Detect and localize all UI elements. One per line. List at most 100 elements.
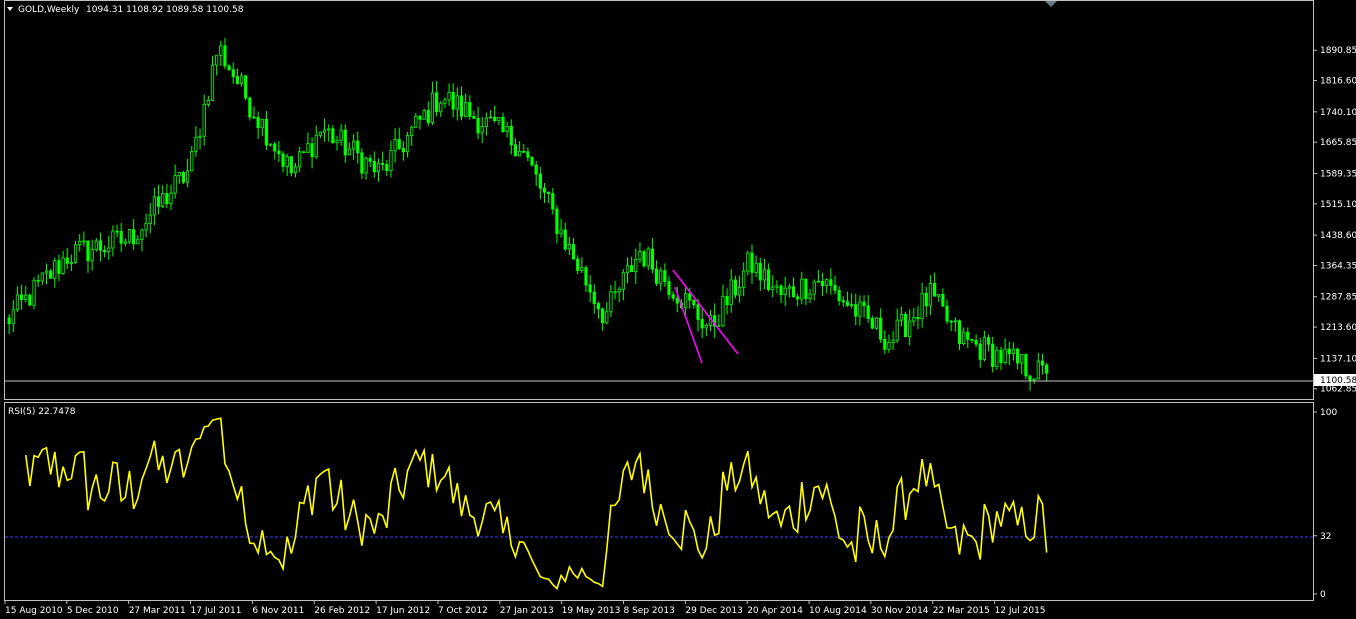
trend-line-2[interactable] [672, 269, 739, 355]
candle-body [190, 151, 194, 172]
candle-body [335, 139, 339, 144]
time-tick-label: 27 Jan 2013 [500, 606, 554, 616]
candle-body [24, 294, 28, 300]
candle-body [509, 126, 513, 146]
candle-body [497, 116, 501, 122]
candle-body [1032, 378, 1036, 381]
price-candles-group [7, 37, 1049, 391]
candle-body [140, 229, 144, 240]
candle-body [916, 317, 920, 320]
candle-body [526, 151, 530, 158]
candle-body [870, 318, 874, 329]
candle-body [820, 280, 825, 286]
candle-body [895, 319, 899, 341]
candle-body [468, 102, 472, 117]
candle-body [879, 317, 883, 340]
candle-body [28, 294, 32, 306]
candle-body [351, 140, 356, 150]
candle-body [389, 150, 393, 172]
candle-body [132, 229, 136, 245]
candle-body [675, 297, 679, 304]
candle-body [69, 261, 73, 264]
candle-body [44, 270, 49, 274]
candle-body [733, 279, 738, 296]
candle-body [592, 291, 596, 304]
candle-body [928, 283, 933, 307]
candle-body [235, 76, 239, 84]
candle-body [1024, 354, 1028, 377]
candle-body [829, 279, 833, 286]
candle-body [94, 240, 98, 250]
candle-body [268, 143, 273, 146]
candle-body [451, 91, 455, 110]
rsi-axis: 100 32 0 [1313, 408, 1337, 600]
candle-body [555, 208, 559, 235]
candle-body [360, 152, 364, 174]
candle-body [605, 311, 609, 324]
candle-body [111, 230, 115, 249]
candle-body [505, 126, 509, 132]
candle-body [306, 143, 310, 153]
price-tick-label: 1816.60 [1320, 77, 1356, 87]
time-tick-label: 17 Jul 2011 [191, 606, 242, 616]
candle-body [82, 240, 86, 243]
candle-body [737, 286, 742, 296]
candle-body [887, 342, 891, 350]
rsi-tick-label: 100 [1320, 408, 1337, 418]
candle-body [123, 241, 127, 244]
candle-body [567, 244, 572, 250]
candle-body [1045, 364, 1049, 374]
candle-body [841, 300, 845, 303]
candle-body [339, 129, 343, 141]
candle-body [181, 171, 186, 183]
candle-body [231, 69, 235, 78]
candle-body [630, 265, 634, 273]
candle-body [484, 117, 489, 127]
candle-body [580, 267, 584, 271]
candle-body [40, 272, 44, 282]
price-tick-label: 1137.10 [1320, 354, 1356, 364]
price-tick-label: 1890.85 [1320, 46, 1356, 56]
price-tick-label: 1515.10 [1320, 200, 1356, 210]
time-tick-label: 22 Mar 2015 [933, 606, 990, 616]
candle-body [215, 54, 219, 66]
candle-body [185, 170, 190, 183]
candle-body [779, 285, 783, 296]
candle-body [443, 99, 447, 104]
candle-body [692, 299, 696, 306]
time-tick-label: 30 Nov 2014 [871, 606, 929, 616]
time-tick-label: 17 Jun 2012 [376, 606, 430, 616]
candle-body [962, 331, 966, 344]
candle-body [439, 102, 443, 113]
candle-body [252, 116, 256, 119]
candle-body [298, 151, 302, 168]
candle-body [746, 252, 750, 272]
candle-body [800, 278, 804, 300]
time-tick-label: 20 Apr 2014 [747, 606, 803, 616]
rsi-label: RSI(5) 22.7478 [8, 407, 76, 417]
time-tick-label: 6 Nov 2011 [252, 606, 304, 616]
candle-body [754, 262, 758, 273]
time-tick-label: 12 Jul 2015 [995, 606, 1046, 616]
price-tick-label: 1213.60 [1320, 323, 1356, 333]
candle-body [11, 309, 15, 324]
dropdown-triangle-icon[interactable] [7, 7, 13, 11]
chart-shift-marker-icon[interactable] [1045, 1, 1057, 7]
candle-body [883, 338, 887, 350]
candle-body [588, 284, 592, 293]
candle-body [534, 164, 538, 175]
candle-body [796, 296, 800, 300]
candle-body [601, 308, 605, 324]
candle-body [808, 293, 812, 300]
candle-body [804, 278, 808, 300]
time-tick-label: 15 Aug 2010 [5, 606, 63, 616]
candle-body [866, 305, 870, 319]
price-tick-label: 1665.85 [1320, 138, 1356, 148]
candle-body [513, 144, 518, 157]
candle-body [700, 319, 704, 329]
candle-body [90, 249, 94, 262]
candle-body [401, 148, 406, 153]
candle-body [177, 171, 181, 177]
candle-body [654, 268, 659, 284]
candle-body [19, 294, 24, 300]
